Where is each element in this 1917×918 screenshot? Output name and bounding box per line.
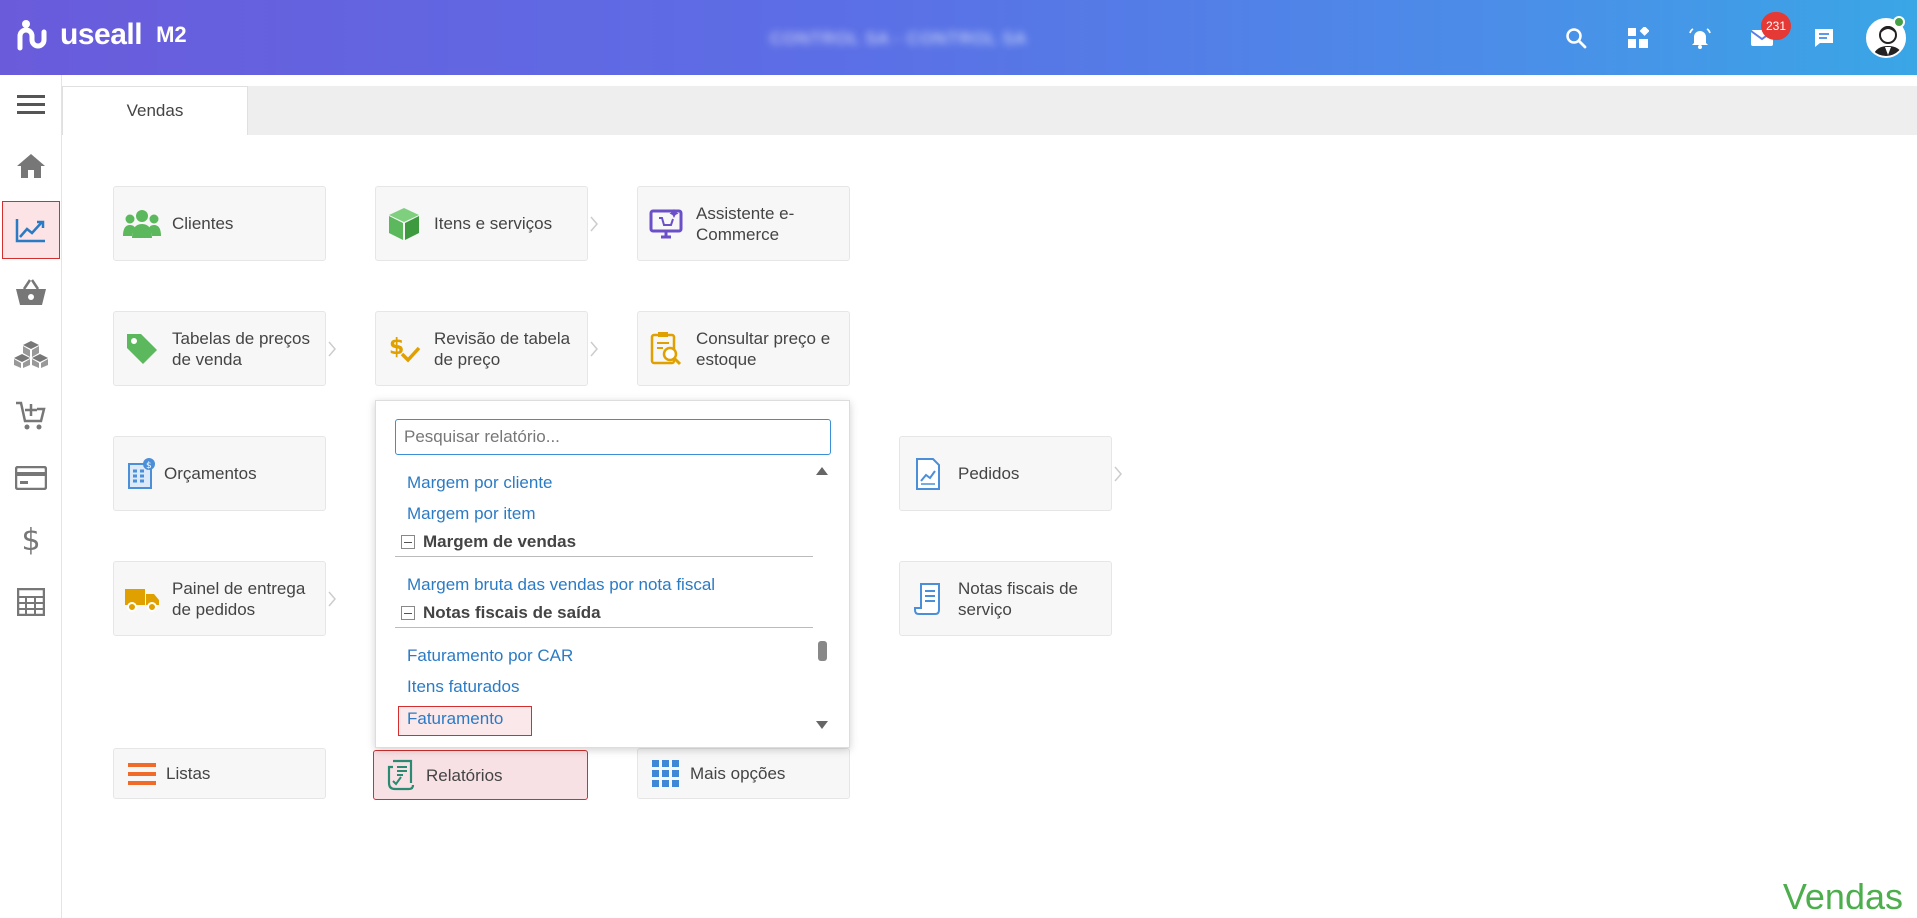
report-group-label: Notas fiscais de saída [423,602,601,622]
users-icon [122,204,162,244]
service-invoice-icon [908,579,948,619]
chevron-right-icon [328,591,336,607]
tile-assistente-ecommerce[interactable]: Assistente e-Commerce [637,186,850,261]
tile-label: Mais opções [690,764,786,783]
mail-icon[interactable]: 231 [1731,0,1793,75]
report-group[interactable]: Notas fiscais de saída [395,598,813,628]
tile-label: Assistente e-Commerce [696,203,795,244]
report-search-input[interactable] [395,419,831,455]
tile-label: Relatórios [426,765,503,785]
tab-bar: Vendas [62,86,1917,135]
tile-pedidos[interactable]: Pedidos [899,436,1122,511]
tile-listas[interactable]: Listas [113,748,326,799]
tile-tabelas-precos[interactable]: Tabelas de preços de venda [113,311,336,386]
tile-label: Revisão de tabela de preço [434,328,571,369]
price-tag-icon [122,329,162,369]
report-dropdown: Margem por cliente Margem por item Marge… [375,400,850,748]
report-group-label: Margem de vendas [423,531,577,551]
calculator-icon[interactable] [2,573,60,631]
svg-text:$: $ [146,461,152,471]
app-logo[interactable]: useall M2 [16,18,187,52]
left-sidebar: $ [0,75,62,918]
company-name: CONTROL SA - CONTROL SA [770,29,1027,48]
tile-label: Pedidos [958,464,1020,483]
cube-icon [384,204,424,244]
tile-label: Clientes [172,214,234,233]
online-status-dot [1893,16,1905,28]
brand-name: useall [60,18,143,51]
delivery-truck-icon [122,579,162,619]
tile-revisao-tabela[interactable]: $ Revisão de tabela de preço [375,311,598,386]
scroll-down-arrow[interactable] [816,721,828,729]
bell-icon[interactable] [1669,0,1731,75]
report-item-faturamento[interactable]: Faturamento [407,709,503,729]
sales-chart-icon[interactable] [2,201,60,259]
chat-icon[interactable] [1793,0,1855,75]
chevron-right-icon [590,216,598,232]
cart-add-icon[interactable] [2,387,60,445]
basket-icon[interactable] [2,263,60,321]
dollar-icon[interactable]: $ [2,511,60,569]
tile-label: Orçamentos [164,464,257,483]
tile-notas-servico[interactable]: Notas fiscais de serviço [899,561,1112,636]
report-group[interactable]: Margem de vendas [395,527,813,557]
tile-mais-opcoes[interactable]: Mais opções [637,748,850,799]
report-item[interactable]: Faturamento por CAR [407,646,573,666]
tile-relatorios[interactable]: Relatórios [373,750,588,800]
list-icon [122,754,162,794]
collapse-icon[interactable] [401,605,415,620]
brand-version: M2 [156,22,187,47]
tile-itens-servicos[interactable]: Itens e serviços [375,186,598,261]
report-item[interactable]: Itens faturados [407,677,519,697]
scroll-up-arrow[interactable] [816,467,828,475]
home-icon[interactable] [2,137,60,195]
tile-label: Notas fiscais de serviço [958,578,1078,619]
tile-label: Itens e serviços [434,214,553,233]
notification-badge: 231 [1761,12,1791,40]
scrollbar-thumb[interactable] [818,641,827,661]
useall-logo-icon [16,18,50,52]
order-document-icon [908,454,948,494]
price-check-icon: $ [384,329,424,369]
tile-label: Consultar preço e estoque [696,328,831,369]
search-document-icon [646,329,686,369]
tab-vendas[interactable]: Vendas [62,86,248,135]
tile-orcamentos[interactable]: $ Orçamentos [113,436,326,511]
collapse-icon[interactable] [401,534,415,549]
user-avatar[interactable] [1855,0,1917,75]
tile-clientes[interactable]: Clientes [113,186,326,261]
report-icon [382,755,422,795]
tile-label: Tabelas de preços de venda [172,328,310,369]
card-icon[interactable] [2,449,60,507]
report-list: Margem por cliente Margem por item Marge… [395,463,813,739]
boxes-icon[interactable] [2,325,60,383]
tile-consultar-preco[interactable]: Consultar preço e estoque [637,311,850,386]
chevron-right-icon [590,341,598,357]
ecommerce-monitor-icon [646,204,686,244]
top-header: useall M2 CONTROL SA - CONTROL SA 231 [0,0,1917,75]
report-item[interactable]: Margem por cliente [407,473,553,493]
report-item[interactable]: Margem bruta das vendas por nota fiscal [407,575,715,595]
chevron-right-icon [328,341,336,357]
module-title: Vendas [1782,876,1903,917]
tile-painel-entrega[interactable]: Painel de entrega de pedidos [113,561,336,636]
grid-icon [646,754,686,794]
chevron-right-icon [1114,466,1122,482]
tile-label: Painel de entrega de pedidos [172,578,306,619]
search-icon[interactable] [1545,0,1607,75]
report-item[interactable]: Margem por item [407,504,535,524]
apps-grid-icon[interactable] [1607,0,1669,75]
tile-label: Listas [166,764,211,783]
budget-calculator-icon: $ [122,454,162,494]
menu-icon[interactable] [2,75,60,133]
